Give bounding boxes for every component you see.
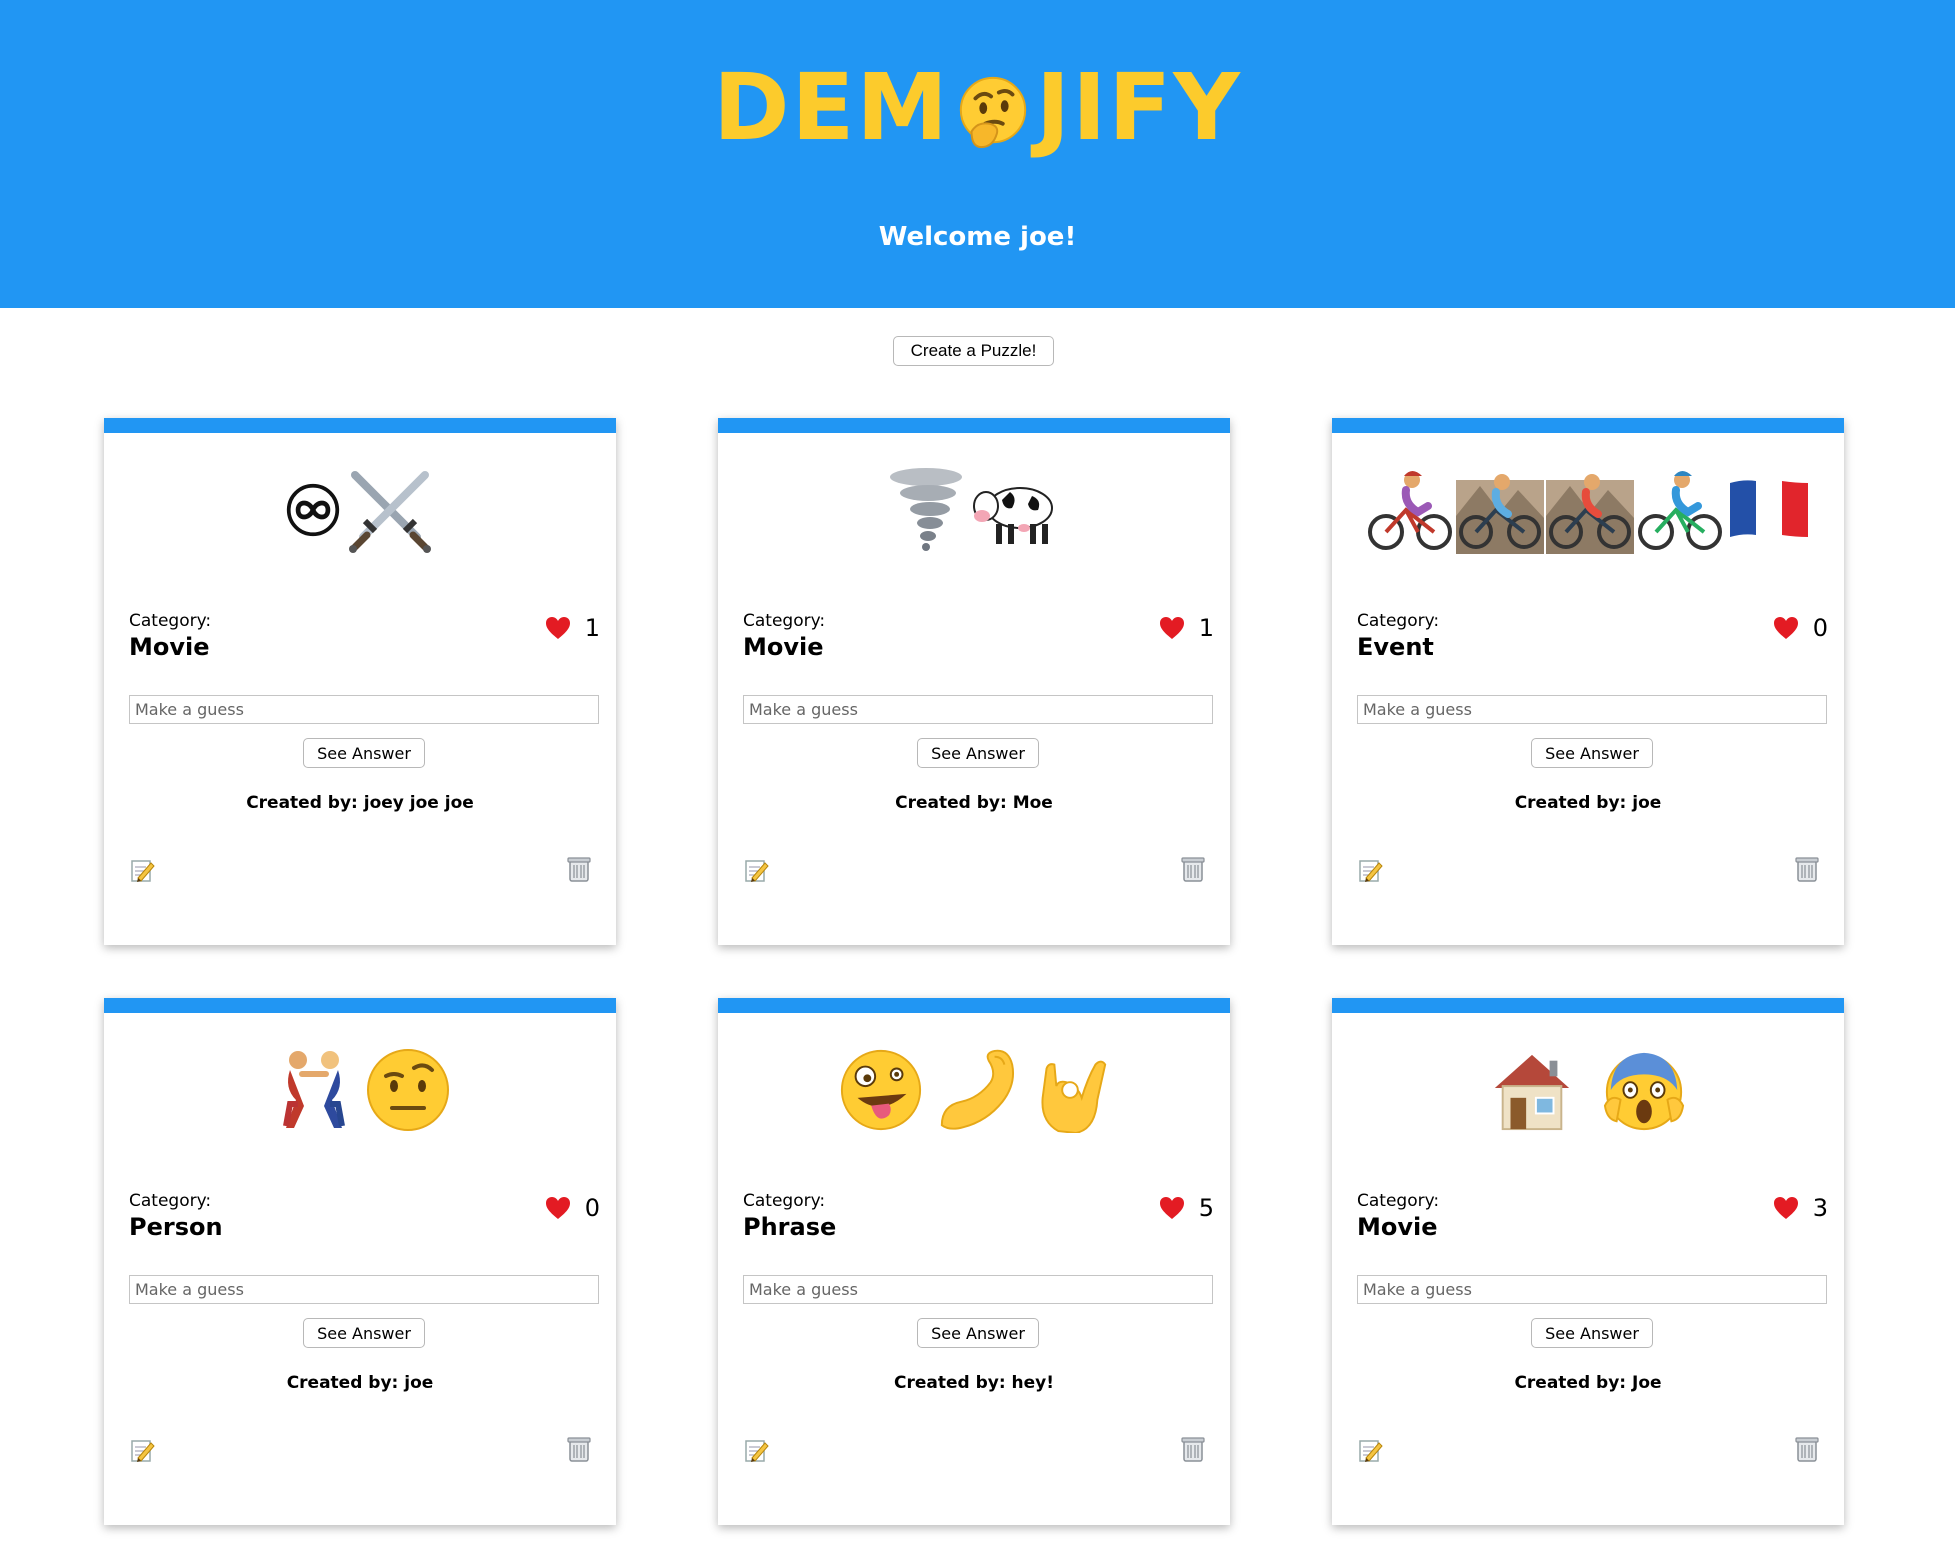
created-by: Created by: joe bbox=[1514, 793, 1662, 813]
heart-icon[interactable] bbox=[1773, 616, 1799, 640]
likes: 0 bbox=[545, 1191, 600, 1225]
cyclist-icon bbox=[1368, 471, 1452, 550]
category-value: Movie bbox=[129, 633, 210, 661]
likes: 3 bbox=[1773, 1191, 1828, 1225]
likes: 0 bbox=[1773, 611, 1828, 645]
edit-icon[interactable] bbox=[743, 1437, 769, 1463]
trash-icon[interactable] bbox=[566, 855, 592, 883]
edit-icon[interactable] bbox=[743, 857, 769, 883]
zany-face-icon bbox=[840, 1049, 922, 1131]
logo-text-left: DEM bbox=[713, 54, 950, 161]
like-count: 1 bbox=[1198, 614, 1214, 642]
puzzle-card: Category: Event 0 See Answer Created by:… bbox=[1332, 418, 1844, 945]
edit-icon[interactable] bbox=[1357, 857, 1383, 883]
heart-icon[interactable] bbox=[1159, 1196, 1185, 1220]
category-value: Movie bbox=[1357, 1213, 1438, 1241]
puzzle-card: Category: Movie 3 See Answer Created by:… bbox=[1332, 998, 1844, 1525]
mountain-cyclist-icon bbox=[1546, 474, 1634, 554]
category-value: Person bbox=[129, 1213, 223, 1241]
cyclist-icon bbox=[1638, 471, 1722, 550]
infinity-icon bbox=[286, 483, 340, 537]
like-count: 0 bbox=[584, 1194, 600, 1222]
edit-icon[interactable] bbox=[1357, 1437, 1383, 1463]
emoji-clue bbox=[104, 1035, 616, 1145]
emoji-clue bbox=[1332, 1035, 1844, 1145]
category-label: Category: bbox=[129, 1191, 212, 1211]
trash-icon[interactable] bbox=[566, 1435, 592, 1463]
emoji-clue bbox=[718, 1035, 1230, 1145]
emoji-clue bbox=[1332, 455, 1844, 565]
see-answer-button[interactable]: See Answer bbox=[1531, 738, 1653, 768]
welcome-message: Welcome joe! bbox=[878, 222, 1077, 252]
see-answer-button[interactable]: See Answer bbox=[303, 738, 425, 768]
created-by: Created by: Joe bbox=[1514, 1373, 1662, 1393]
emoji-clue bbox=[718, 455, 1230, 565]
likes: 1 bbox=[1159, 611, 1214, 645]
heart-icon[interactable] bbox=[545, 1196, 571, 1220]
logo-text-right: JIFY bbox=[1035, 54, 1242, 161]
puzzle-card: Category: Person 0 See Answer Created by… bbox=[104, 998, 616, 1525]
emoji-clue bbox=[104, 455, 616, 565]
screaming-face-icon bbox=[1603, 1052, 1685, 1131]
raised-eyebrow-face-icon bbox=[367, 1049, 449, 1131]
see-answer-button[interactable]: See Answer bbox=[917, 738, 1039, 768]
app-logo: DEM JIFY bbox=[0, 48, 1955, 168]
like-count: 3 bbox=[1812, 1194, 1828, 1222]
guess-input[interactable] bbox=[743, 695, 1213, 724]
likes: 1 bbox=[545, 611, 600, 645]
mountain-cyclist-icon bbox=[1456, 474, 1544, 554]
created-by: Created by: Moe bbox=[895, 793, 1053, 813]
trash-icon[interactable] bbox=[1180, 1435, 1206, 1463]
see-answer-button[interactable]: See Answer bbox=[303, 1318, 425, 1348]
category-label: Category: bbox=[1357, 611, 1440, 631]
puzzle-card: Category: Phrase 5 See Answer Created by… bbox=[718, 998, 1230, 1525]
category-label: Category: bbox=[743, 611, 826, 631]
see-answer-button[interactable]: See Answer bbox=[1531, 1318, 1653, 1348]
category-label: Category: bbox=[1357, 1191, 1440, 1211]
guess-input[interactable] bbox=[1357, 695, 1827, 724]
france-flag-icon bbox=[1730, 480, 1808, 540]
guess-input[interactable] bbox=[129, 695, 599, 724]
category-label: Category: bbox=[743, 1191, 826, 1211]
created-by: Created by: joey joe joe bbox=[246, 793, 474, 813]
wrestlers-icon bbox=[283, 1051, 345, 1128]
guess-input[interactable] bbox=[1357, 1275, 1827, 1304]
tornado-icon bbox=[890, 468, 962, 551]
trash-icon[interactable] bbox=[1180, 855, 1206, 883]
created-by: Created by: joe bbox=[286, 1373, 434, 1393]
ok-hand-icon bbox=[1041, 1060, 1107, 1133]
create-puzzle-button[interactable]: Create a Puzzle! bbox=[893, 336, 1054, 366]
house-icon bbox=[1494, 1054, 1570, 1131]
trash-icon[interactable] bbox=[1794, 855, 1820, 883]
flexed-biceps-icon bbox=[940, 1049, 1015, 1130]
puzzle-card: Category: Movie 1 See Answer Created by:… bbox=[718, 418, 1230, 945]
thinking-face-icon bbox=[959, 76, 1027, 149]
header-banner: DEM JIFY Welcome joe! bbox=[0, 0, 1955, 308]
trash-icon[interactable] bbox=[1794, 1435, 1820, 1463]
category-value: Phrase bbox=[743, 1213, 837, 1241]
cow-icon bbox=[973, 487, 1053, 544]
puzzle-card: Category: Movie 1 See Answer Created by:… bbox=[104, 418, 616, 945]
likes: 5 bbox=[1159, 1191, 1214, 1225]
created-by: Created by: hey! bbox=[893, 1373, 1055, 1393]
edit-icon[interactable] bbox=[129, 857, 155, 883]
heart-icon[interactable] bbox=[1773, 1196, 1799, 1220]
see-answer-button[interactable]: See Answer bbox=[917, 1318, 1039, 1348]
category-label: Category: bbox=[129, 611, 212, 631]
like-count: 1 bbox=[584, 614, 600, 642]
like-count: 5 bbox=[1198, 1194, 1214, 1222]
guess-input[interactable] bbox=[129, 1275, 599, 1304]
category-value: Event bbox=[1357, 633, 1434, 661]
heart-icon[interactable] bbox=[545, 616, 571, 640]
heart-icon[interactable] bbox=[1159, 616, 1185, 640]
like-count: 0 bbox=[1812, 614, 1828, 642]
edit-icon[interactable] bbox=[129, 1437, 155, 1463]
crossed-swords-icon bbox=[349, 471, 431, 553]
guess-input[interactable] bbox=[743, 1275, 1213, 1304]
category-value: Movie bbox=[743, 633, 824, 661]
